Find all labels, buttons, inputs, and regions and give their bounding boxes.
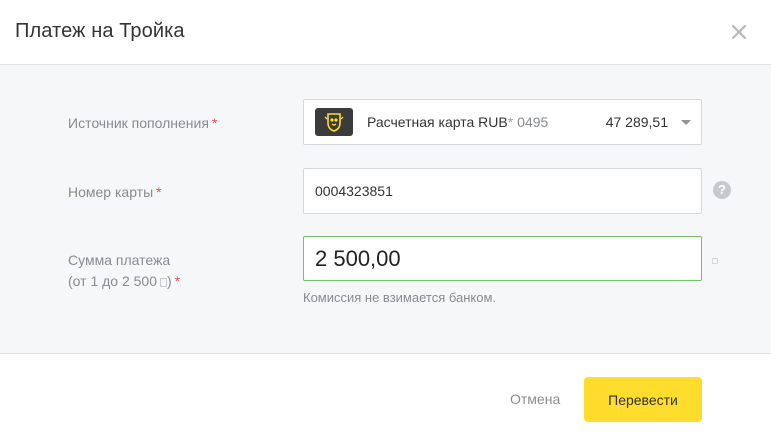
transfer-button[interactable]: Перевести xyxy=(584,377,702,422)
amount-label: Сумма платежа xyxy=(68,252,170,268)
cancel-button[interactable]: Отмена xyxy=(510,391,560,407)
bank-coat-of-arms-icon xyxy=(315,108,353,136)
account-star: * xyxy=(507,114,514,130)
dialog-title: Платеж на Тройка xyxy=(15,20,185,42)
required-mark: * xyxy=(174,273,181,289)
ruble-icon xyxy=(160,278,167,287)
source-label: Источник пополнения * xyxy=(68,115,217,131)
dialog-footer: Отмена Перевести xyxy=(0,354,771,442)
card-number-label: Номер карты * xyxy=(68,184,162,200)
amount-label-line1: Сумма платежа xyxy=(68,252,171,268)
amount-input[interactable]: 2 500,00 xyxy=(303,236,702,281)
commission-hint: Комиссия не взимается банком. xyxy=(303,290,497,305)
account-name: Расчетная карта RUB* 0495 xyxy=(367,114,548,130)
amount-range-label: (от 1 до 2 500) * xyxy=(68,273,180,289)
amount-range-suffix: ) xyxy=(167,273,172,289)
amount-value: 2 500,00 xyxy=(315,246,401,271)
account-balance: 47 289,51 xyxy=(605,114,668,130)
card-number-value: 0004323851 xyxy=(315,183,393,199)
source-account-select[interactable]: Расчетная карта RUB* 0495 47 289,51 xyxy=(303,99,702,145)
ruble-icon xyxy=(712,258,718,264)
account-number: 0495 xyxy=(517,114,549,130)
required-mark: * xyxy=(156,184,162,200)
dialog-header: Платеж на Тройка xyxy=(0,0,771,65)
source-label-text: Источник пополнения xyxy=(68,115,209,131)
close-icon[interactable] xyxy=(729,22,749,42)
chevron-down-icon[interactable] xyxy=(681,120,691,125)
required-mark: * xyxy=(211,115,218,131)
question-mark-icon[interactable]: ? xyxy=(713,181,731,199)
card-number-input[interactable]: 0004323851 xyxy=(303,168,702,214)
account-name-text: Расчетная карта RUB xyxy=(367,114,508,130)
card-number-label-text: Номер карты xyxy=(68,184,154,200)
amount-range-prefix: (от 1 до 2 500 xyxy=(68,273,157,289)
form-panel: Источник пополнения * Расчетная карта RUB… xyxy=(0,65,771,354)
